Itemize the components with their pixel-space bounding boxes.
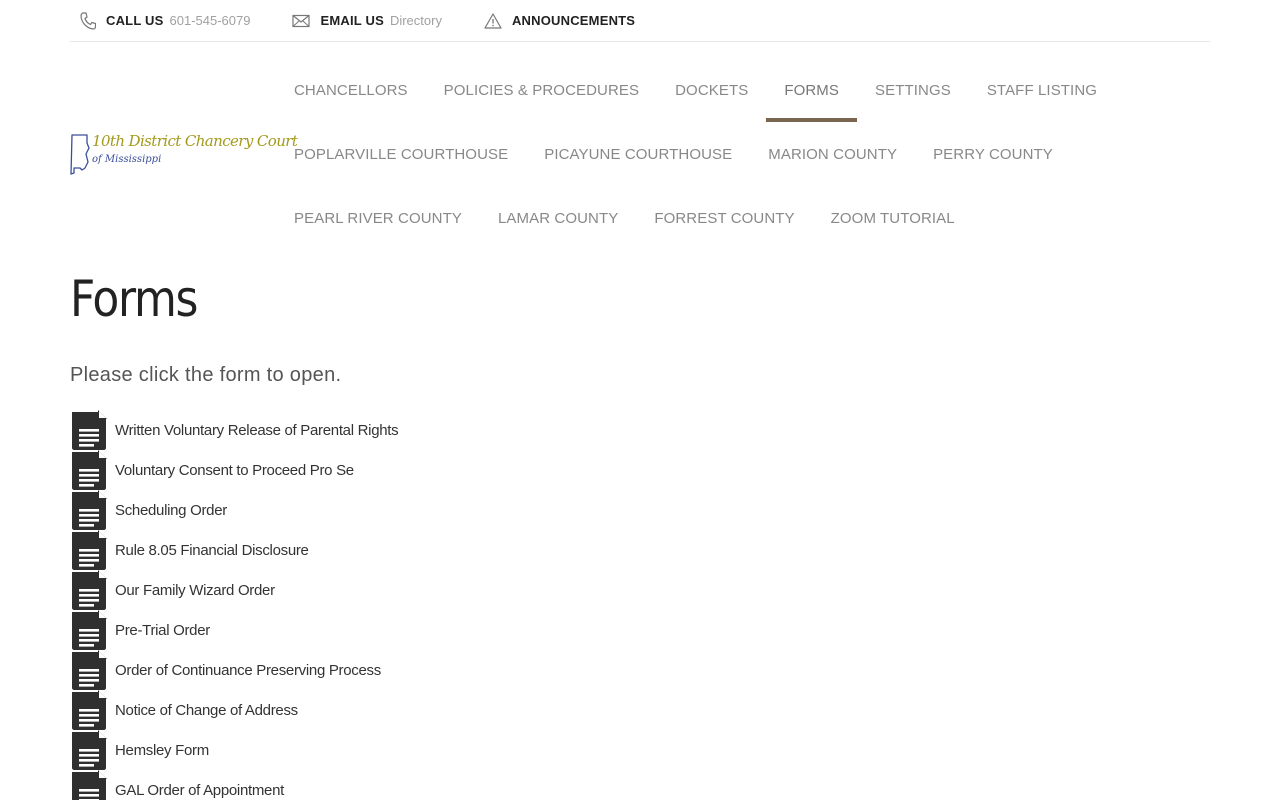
form-link[interactable]: Scheduling Order [115,502,227,519]
forms-list: Written Voluntary Release of Parental Ri… [71,410,399,800]
page-intro: Please click the form to open. [70,364,342,386]
document-icon[interactable] [71,490,107,530]
form-item[interactable]: Hemsley Form [71,730,398,770]
nav-poplarville-courthouse[interactable]: POPLARVILLE COURTHOUSE [276,122,526,186]
nav-policies-procedures[interactable]: POLICIES & PROCEDURES [426,58,657,122]
phone-number[interactable]: 601-545-6079 [170,13,251,28]
form-item[interactable]: Scheduling Order [71,490,398,530]
document-icon[interactable] [71,730,107,770]
nav-zoom-tutorial[interactable]: ZOOM TUTORIAL [813,186,973,250]
document-icon[interactable] [71,410,107,450]
email-us[interactable]: EMAIL US Directory [282,13,442,28]
form-link[interactable]: Order of Continuance Preserving Process [115,662,381,679]
announcements-label: ANNOUNCEMENTS [511,13,636,28]
form-link[interactable]: Rule 8.05 Financial Disclosure [115,542,309,559]
document-icon[interactable] [71,530,107,570]
form-item[interactable]: Written Voluntary Release of Parental Ri… [71,410,399,450]
nav-settings[interactable]: SETTINGS [857,58,969,122]
document-icon[interactable] [71,650,107,690]
nav-chancellors[interactable]: CHANCELLORS [276,58,426,122]
nav-perry-county[interactable]: PERRY COUNTY [915,122,1071,186]
document-icon[interactable] [71,770,107,800]
form-item[interactable]: Order of Continuance Preserving Process [71,650,398,690]
document-icon[interactable] [71,690,107,730]
form-item[interactable]: GAL Order of Appointment [71,770,398,800]
email-us-label: EMAIL US [320,13,384,28]
form-link[interactable]: Our Family Wizard Order [115,582,275,599]
main-nav: CHANCELLORS POLICIES & PROCEDURES DOCKET… [276,58,1216,250]
form-item[interactable]: Rule 8.05 Financial Disclosure [71,530,398,570]
nav-pearl-river-county[interactable]: PEARL RIVER COUNTY [276,186,480,250]
document-icon[interactable] [71,450,107,490]
form-item[interactable]: Voluntary Consent to Proceed Pro Se [71,450,398,490]
phone-icon [80,11,96,30]
form-link[interactable]: Notice of Change of Address [115,702,298,719]
form-link[interactable]: Written Voluntary Release of Parental Ri… [115,422,399,439]
nav-row-3: PEARL RIVER COUNTY LAMAR COUNTY FORREST … [276,186,1216,250]
nav-forrest-county[interactable]: FORREST COUNTY [636,186,812,250]
document-icon[interactable] [71,610,107,650]
nav-dockets[interactable]: DOCKETS [657,58,766,122]
logo-title: 10th District Chancery Court [92,132,298,150]
nav-marion-county[interactable]: MARION COUNTY [750,122,915,186]
nav-forms[interactable]: FORMS [766,58,857,122]
nav-row-2: POPLARVILLE COURTHOUSE PICAYUNE COURTHOU… [276,122,1216,186]
nav-lamar-county[interactable]: LAMAR COUNTY [480,186,636,250]
warning-triangle-icon [484,12,502,29]
call-us[interactable]: CALL US 601-545-6079 [70,11,251,30]
form-item[interactable]: Notice of Change of Address [71,690,398,730]
nav-picayune-courthouse[interactable]: PICAYUNE COURTHOUSE [526,122,750,186]
nav-staff-listing[interactable]: STAFF LISTING [969,58,1115,122]
call-us-label: CALL US [106,13,164,28]
form-link[interactable]: Pre-Trial Order [115,622,210,639]
top-bar: CALL US 601-545-6079 EMAIL US Directory … [70,0,1210,42]
mississippi-outline-icon [70,134,90,175]
logo-subtitle: of Mississippi [92,154,162,165]
form-item[interactable]: Pre-Trial Order [71,610,398,650]
form-item[interactable]: Our Family Wizard Order [71,570,398,610]
form-link[interactable]: GAL Order of Appointment [115,782,284,799]
envelope-icon [292,14,311,27]
site-logo[interactable]: 10th District Chancery Court of Mississi… [70,128,298,178]
announcements[interactable]: ANNOUNCEMENTS [474,12,636,29]
page-title: Forms [70,270,198,328]
form-link[interactable]: Hemsley Form [115,742,209,759]
form-link[interactable]: Voluntary Consent to Proceed Pro Se [115,462,354,479]
directory-link[interactable]: Directory [390,13,442,28]
nav-row-1: CHANCELLORS POLICIES & PROCEDURES DOCKET… [276,58,1216,122]
document-icon[interactable] [71,570,107,610]
